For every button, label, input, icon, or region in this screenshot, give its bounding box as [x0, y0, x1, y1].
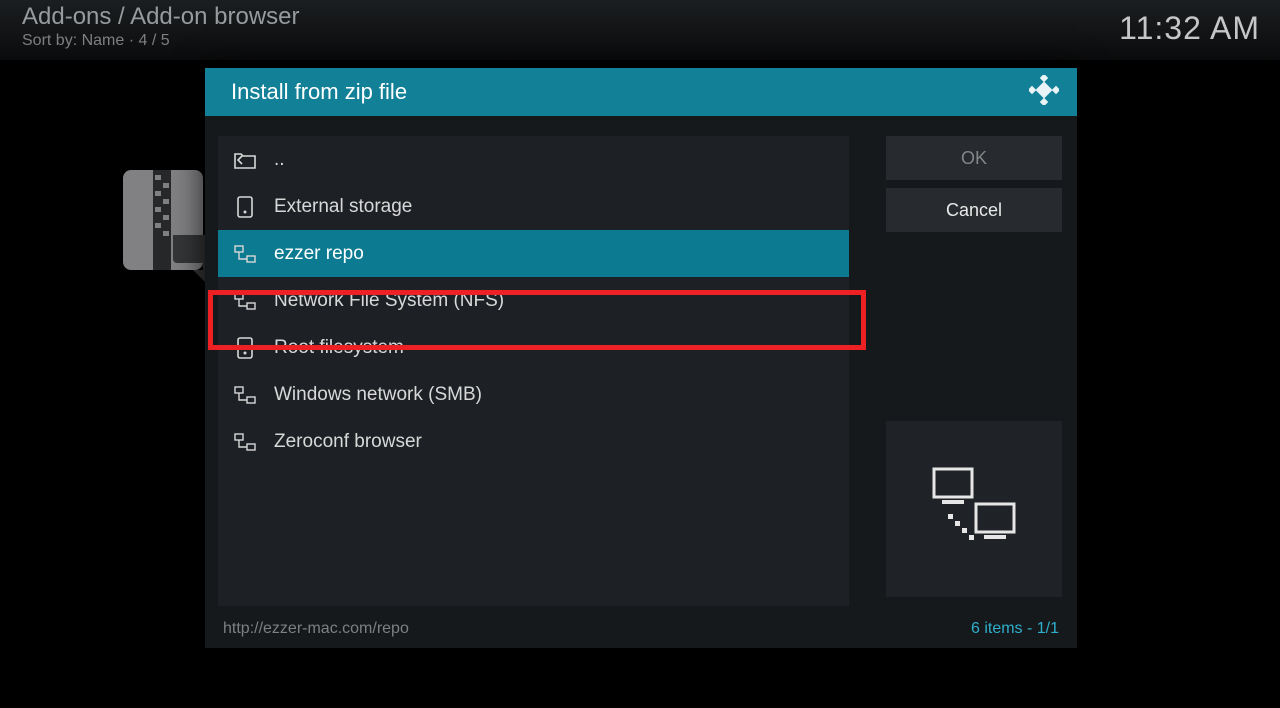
dialog-header: Install from zip file — [205, 68, 1077, 116]
footer-path: http://ezzer-mac.com/repo — [223, 620, 409, 638]
clock: 11:32 AM — [1119, 10, 1260, 47]
side-buttons: OK Cancel — [886, 136, 1062, 232]
drive-icon — [234, 196, 256, 218]
kodi-logo-icon — [1029, 75, 1059, 110]
file-item[interactable]: .. — [218, 136, 849, 183]
breadcrumb: Add-ons / Add-on browser — [22, 2, 1258, 32]
file-item[interactable]: Network File System (NFS) — [218, 277, 849, 324]
file-item-label: Network File System (NFS) — [274, 290, 504, 312]
dialog-body: .. External storage ezzer repo Network File… — [205, 116, 1077, 612]
file-list: .. External storage ezzer repo Network File… — [218, 136, 849, 606]
file-item[interactable]: Windows network (SMB) — [218, 371, 849, 418]
network-icon — [234, 290, 256, 312]
ok-button[interactable]: OK — [886, 136, 1062, 180]
preview-box — [886, 421, 1062, 597]
cancel-button[interactable]: Cancel — [886, 188, 1062, 232]
network-icon — [234, 384, 256, 406]
background-header: Add-ons / Add-on browser Sort by: Name ·… — [0, 0, 1280, 60]
drive-icon — [234, 337, 256, 359]
dialog-title: Install from zip file — [231, 79, 407, 105]
dialog-footer: http://ezzer-mac.com/repo 6 items - 1/1 — [205, 612, 1077, 646]
file-item-label: Zeroconf browser — [274, 431, 422, 453]
file-item-label: External storage — [274, 196, 412, 218]
network-icon — [234, 243, 256, 265]
network-computers-icon — [924, 464, 1024, 554]
folder-up-icon — [234, 149, 256, 171]
network-icon — [234, 431, 256, 453]
file-item[interactable]: External storage — [218, 183, 849, 230]
file-item-label: Windows network (SMB) — [274, 384, 482, 406]
install-zip-dialog: Install from zip file .. External storage… — [205, 68, 1077, 648]
file-item-label: .. — [274, 149, 285, 171]
sort-line: Sort by: Name · 4 / 5 — [22, 32, 1258, 50]
file-item-label: Root filesystem — [274, 337, 404, 359]
footer-item-count: 6 items - 1/1 — [971, 620, 1059, 638]
file-item[interactable]: Root filesystem — [218, 324, 849, 371]
file-item[interactable]: ezzer repo — [218, 230, 849, 277]
file-item[interactable]: Zeroconf browser — [218, 418, 849, 465]
file-item-label: ezzer repo — [274, 243, 364, 265]
